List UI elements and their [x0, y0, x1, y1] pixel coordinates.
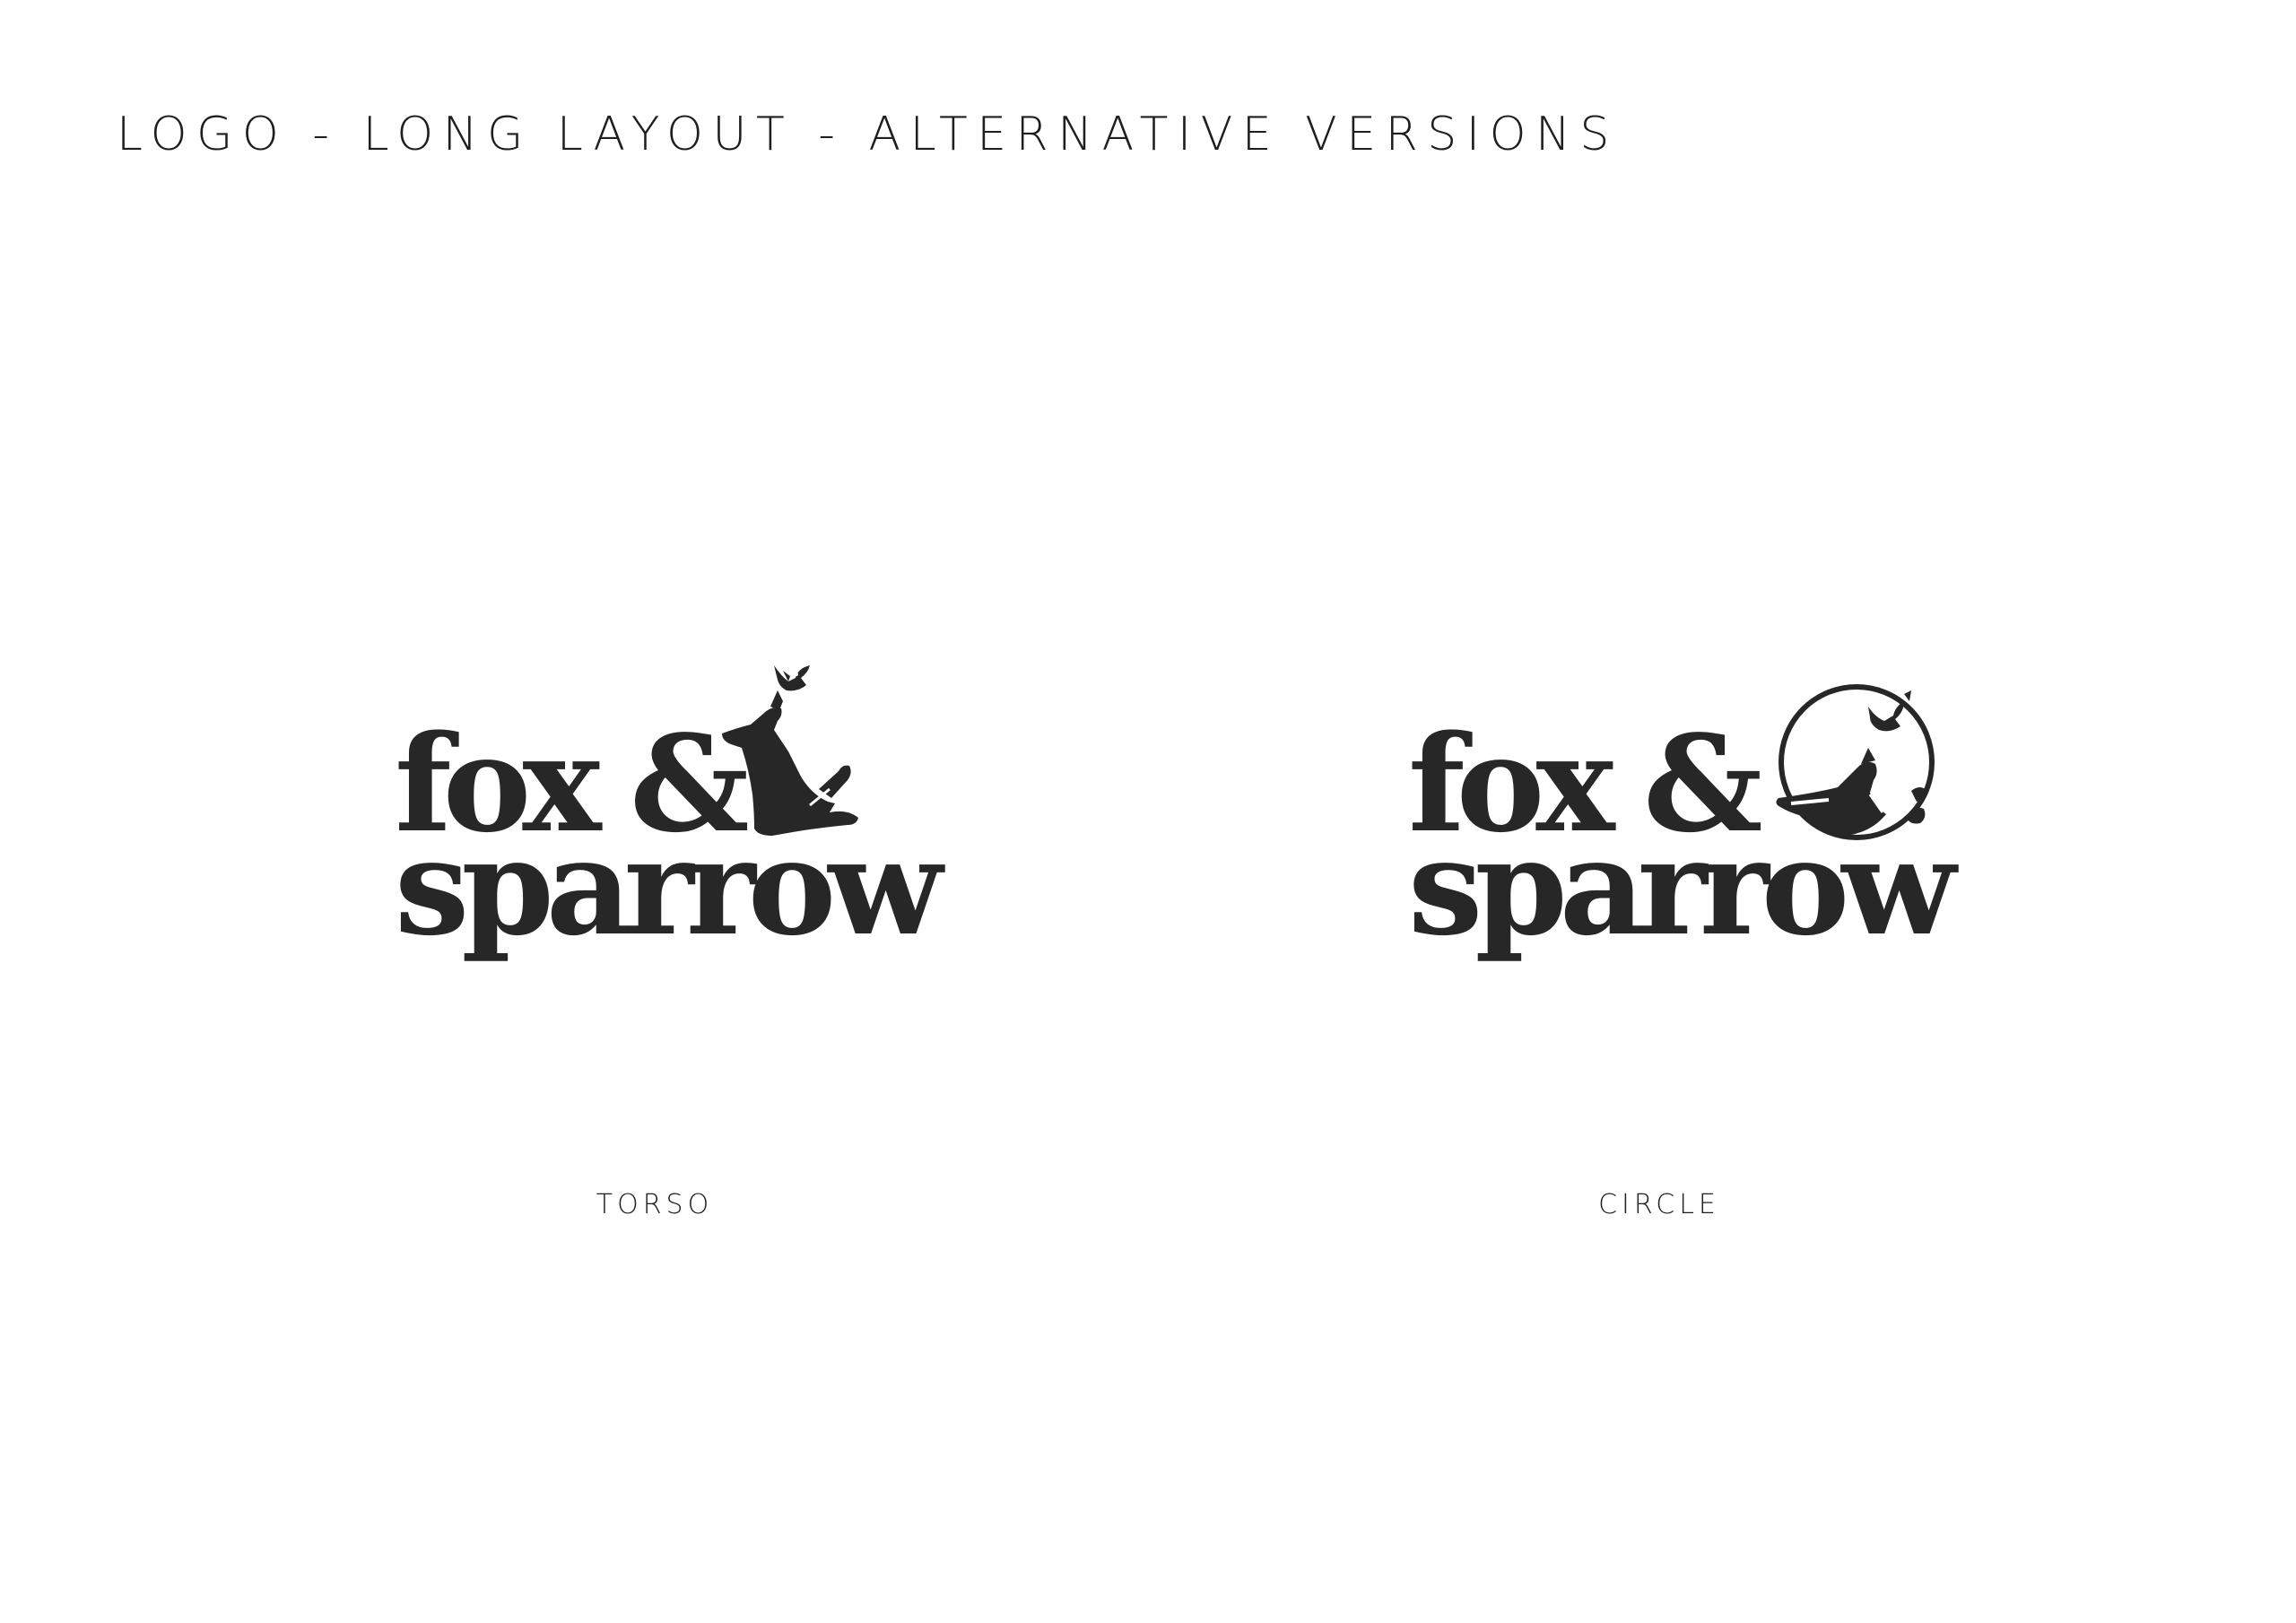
page-title: LOGO - LONG LAYOUT - ALTERNATIVE VERSION…	[117, 108, 1619, 161]
variant-label-circle: CIRCLE	[1598, 1189, 1720, 1220]
logo-circle: fox & sparrow	[1372, 610, 2000, 1004]
fox-torso-with-sparrow-icon	[722, 665, 858, 836]
variant-label-torso: TORSO	[596, 1189, 714, 1220]
fox-head-in-circle-with-sparrow-icon	[1776, 684, 1935, 840]
logo-torso: fox & sparrow	[359, 610, 987, 1004]
